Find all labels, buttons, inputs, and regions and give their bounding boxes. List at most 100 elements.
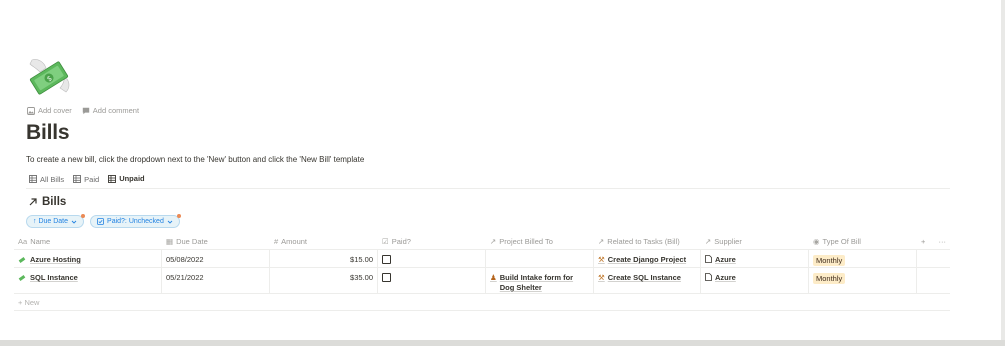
column-project-label: Project Billed To [499, 237, 553, 246]
page-icon [705, 255, 712, 263]
checkbox-icon: ☑ [382, 237, 389, 246]
person-icon: ♟ [490, 273, 497, 282]
task-link[interactable]: ⚒ Create SQL Instance [598, 273, 681, 283]
type-cell[interactable]: Monthly [809, 268, 917, 293]
add-comment-button[interactable]: Add comment [82, 106, 139, 115]
row-name[interactable]: SQL Instance [30, 273, 78, 282]
table-icon [108, 174, 117, 183]
task-link-label: Create SQL Instance [607, 273, 681, 282]
relation-arrow-icon: ↗ [705, 237, 712, 246]
tab-paid[interactable]: Paid [70, 171, 102, 189]
paid-checkbox[interactable] [382, 255, 391, 264]
filter-active-dot [176, 214, 181, 218]
supplier-link[interactable]: Azure [705, 255, 736, 265]
view-tabs: All Bills Paid Unpaid [26, 171, 148, 189]
page-icon [705, 273, 712, 281]
database-title[interactable]: Bills [28, 196, 66, 208]
table-row[interactable]: SQL Instance 05/21/2022 $35.00 ♟ Build I… [14, 268, 950, 294]
column-amount-label: Amount [281, 237, 308, 246]
task-link[interactable]: ⚒ Create Django Project [598, 255, 686, 265]
amount-cell[interactable]: $35.00 [270, 268, 378, 293]
window-bottom-edge [0, 340, 1005, 346]
name-cell[interactable]: SQL Instance [14, 268, 162, 293]
arrow-up-right-icon [29, 198, 37, 206]
filter-bar: ↑ Due Date Paid?: Unchecked [26, 214, 181, 228]
empty-cell [917, 250, 950, 267]
tabs-divider [26, 188, 950, 189]
supplier-cell[interactable]: Azure [701, 268, 809, 293]
tab-all-bills[interactable]: All Bills [26, 171, 67, 189]
relation-arrow-icon: ↗ [598, 237, 605, 246]
due-date-cell[interactable]: 05/08/2022 [162, 250, 270, 267]
task-cell[interactable]: ⚒ Create SQL Instance [594, 268, 701, 293]
add-cover-label: Add cover [38, 106, 72, 115]
column-type[interactable]: ◉ Type Of Bill [809, 234, 917, 249]
sort-due-date-label: ↑ Due Date [33, 218, 69, 225]
tab-paid-label: Paid [84, 174, 100, 184]
column-actions: + ··· [917, 234, 950, 249]
project-cell[interactable]: ♟ Build Intake form for Dog Shelter [486, 268, 594, 293]
row-name[interactable]: Azure Hosting [30, 255, 81, 264]
column-due-date[interactable]: ▦ Due Date [162, 234, 270, 249]
supplier-cell[interactable]: Azure [701, 250, 809, 267]
type-tag: Monthly [813, 273, 846, 284]
column-name-label: Name [30, 237, 51, 246]
paid-checkbox[interactable] [382, 273, 391, 282]
page-description[interactable]: To create a new bill, click the dropdown… [26, 155, 364, 164]
column-amount[interactable]: # Amount [270, 234, 378, 249]
empty-cell [917, 268, 950, 293]
column-paid[interactable]: ☑ Paid? [378, 234, 486, 249]
paid-cell[interactable] [378, 250, 486, 267]
money-with-wings-icon[interactable]: $ [26, 54, 72, 100]
type-tag: Monthly [813, 255, 846, 266]
checkbox-icon [97, 218, 104, 225]
tab-unpaid-label: Unpaid [119, 174, 145, 183]
supplier-link-label: Azure [715, 273, 736, 282]
table-icon [73, 175, 82, 183]
column-supplier[interactable]: ↗ Supplier [701, 234, 809, 249]
filter-paid-label: Paid?: Unchecked [107, 218, 164, 225]
project-link[interactable]: ♟ Build Intake form for Dog Shelter [490, 273, 589, 293]
column-task-label: Related to Tasks (Bill) [607, 237, 680, 246]
project-cell[interactable] [486, 250, 594, 267]
new-row-button[interactable]: + New [14, 294, 950, 311]
hammer-icon: ⚒ [598, 273, 605, 282]
table-icon [29, 175, 37, 183]
more-options-button[interactable]: ··· [939, 237, 947, 246]
table-row[interactable]: Azure Hosting 05/08/2022 $15.00 ⚒ Create… [14, 250, 950, 268]
column-paid-label: Paid? [391, 237, 411, 246]
database-title-label: Bills [42, 196, 67, 208]
column-due-label: Due Date [176, 237, 208, 246]
name-cell[interactable]: Azure Hosting [14, 250, 162, 267]
type-cell[interactable]: Monthly [809, 250, 917, 267]
sort-due-date-chip[interactable]: ↑ Due Date [26, 214, 86, 228]
table-header: Aa Name ▦ Due Date # Amount ☑ Paid? ↗ Project… [14, 234, 950, 250]
paid-cell[interactable] [378, 268, 486, 293]
add-property-button[interactable]: + [921, 237, 925, 246]
chevron-down-icon [167, 220, 173, 224]
money-with-wings-icon [18, 257, 26, 263]
amount-cell[interactable]: $15.00 [270, 250, 378, 267]
due-date-cell[interactable]: 05/21/2022 [162, 268, 270, 293]
image-icon [27, 106, 35, 115]
chevron-down-icon [71, 220, 77, 224]
page-title[interactable]: Bills [26, 121, 70, 145]
column-type-label: Type Of Bill [822, 237, 861, 246]
add-comment-label: Add comment [92, 106, 140, 115]
project-link-label: Build Intake form for Dog Shelter [499, 273, 574, 292]
page-actions: Add cover Add comment [27, 106, 139, 115]
column-name[interactable]: Aa Name [14, 234, 162, 249]
filter-paid-chip[interactable]: Paid?: Unchecked [90, 214, 181, 228]
bills-table: Aa Name ▦ Due Date # Amount ☑ Paid? ↗ Project… [14, 234, 950, 311]
tab-all-bills-label: All Bills [40, 174, 65, 184]
calendar-icon: ▦ [166, 237, 174, 246]
task-cell[interactable]: ⚒ Create Django Project [594, 250, 701, 267]
supplier-link[interactable]: Azure [705, 273, 736, 283]
comment-icon [82, 107, 89, 114]
column-supplier-label: Supplier [714, 237, 742, 246]
column-project[interactable]: ↗ Project Billed To [486, 234, 594, 249]
add-cover-button[interactable]: Add cover [27, 106, 72, 115]
select-icon: ◉ [813, 237, 820, 246]
column-task[interactable]: ↗ Related to Tasks (Bill) [594, 234, 701, 249]
tab-unpaid[interactable]: Unpaid [105, 171, 148, 189]
